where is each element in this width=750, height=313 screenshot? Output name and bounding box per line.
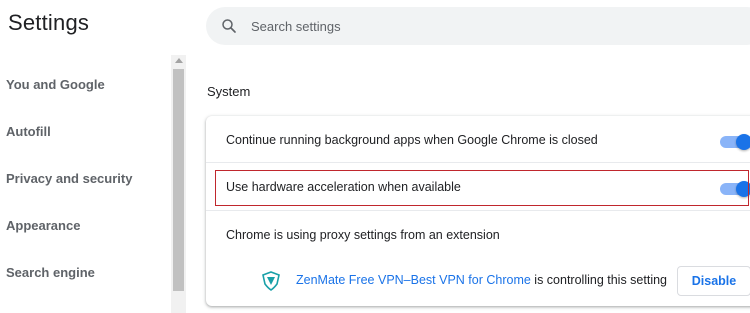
zenmate-shield-icon (262, 271, 280, 291)
sidebar-scrollbar[interactable] (171, 55, 186, 313)
divider (206, 162, 750, 163)
sidebar: You and Google Autofill Privacy and secu… (0, 55, 186, 313)
search-input[interactable] (251, 7, 731, 45)
sidebar-item-appearance[interactable]: Appearance (6, 218, 80, 233)
highlight-annotation (215, 170, 749, 206)
background-apps-toggle[interactable] (720, 134, 750, 150)
scroll-up-arrow-icon[interactable] (175, 58, 183, 63)
system-settings-card: Continue running background apps when Go… (206, 116, 750, 306)
sidebar-item-autofill[interactable]: Autofill (6, 124, 51, 139)
divider (206, 210, 750, 211)
proxy-settings-label: Chrome is using proxy settings from an e… (226, 228, 500, 242)
search-box[interactable] (206, 7, 750, 45)
extension-control-line: ZenMate Free VPN–Best VPN for Chrome is … (296, 273, 667, 287)
extension-control-suffix: is controlling this setting (534, 273, 667, 287)
search-icon (222, 19, 236, 33)
background-apps-label: Continue running background apps when Go… (226, 133, 598, 147)
sidebar-item-you-and-google[interactable]: You and Google (6, 77, 105, 92)
toggle-knob (736, 134, 750, 150)
sidebar-item-search-engine[interactable]: Search engine (6, 265, 95, 280)
disable-extension-button[interactable]: Disable (677, 266, 750, 296)
page-title: Settings (8, 10, 90, 35)
section-title-system: System (207, 84, 251, 99)
extension-name-link[interactable]: ZenMate Free VPN–Best VPN for Chrome (296, 273, 531, 287)
sidebar-item-privacy-and-security[interactable]: Privacy and security (6, 171, 132, 186)
scrollbar-thumb[interactable] (173, 69, 184, 291)
